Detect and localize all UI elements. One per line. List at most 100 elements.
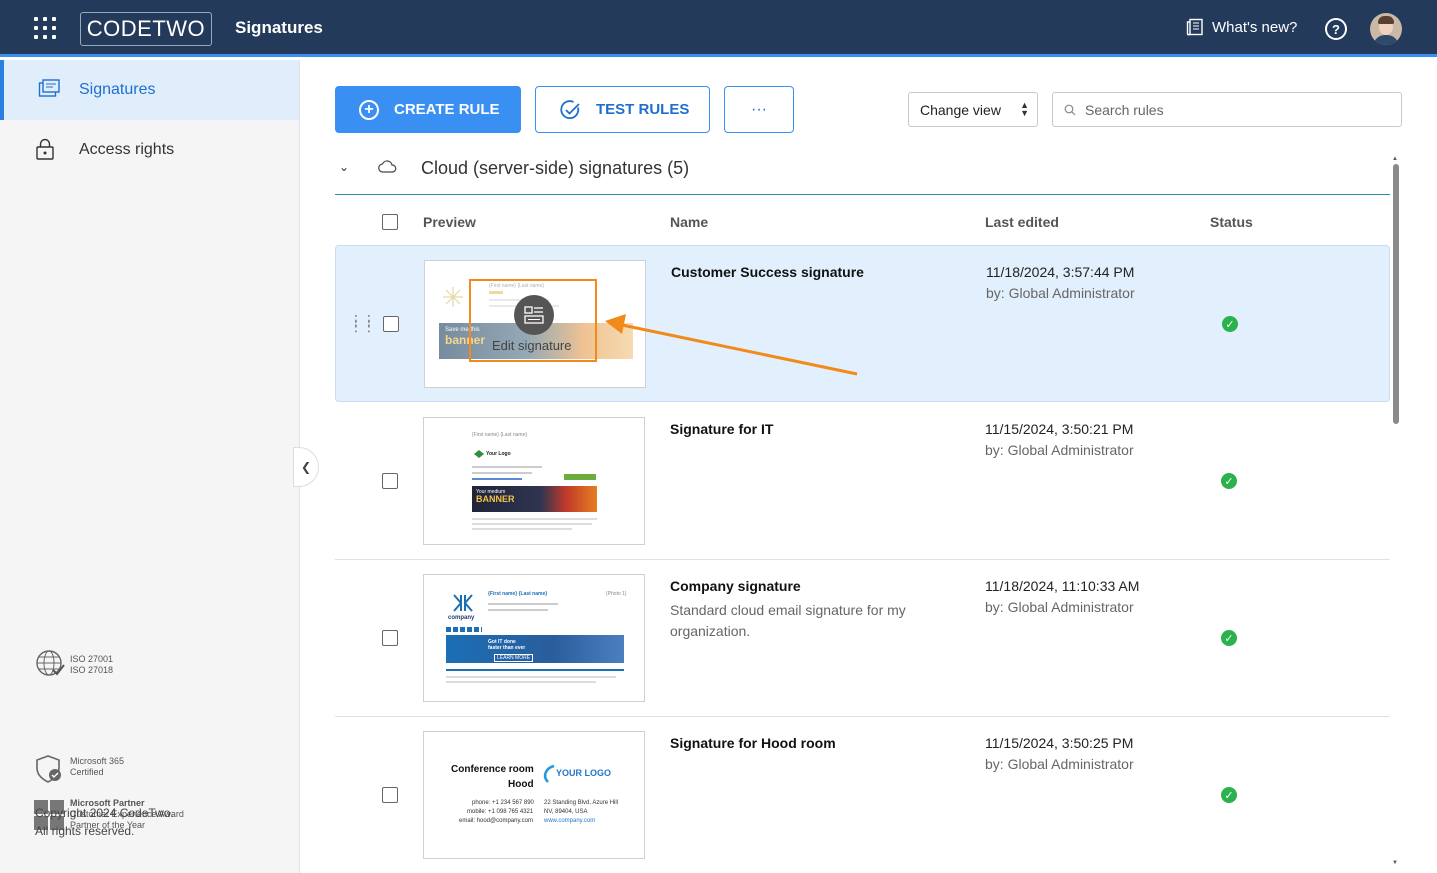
thumb-text: www.company.com [544, 818, 596, 824]
annotation-highlight-box [469, 279, 597, 362]
thumb-text: company [448, 615, 475, 621]
sidebar-item-access-rights[interactable]: Access rights [0, 120, 299, 180]
last-edited-date: 11/18/2024, 11:10:33 AM [985, 578, 1140, 594]
more-options-button[interactable]: ··· [724, 86, 794, 133]
last-edited-by: by: Global Administrator [985, 756, 1134, 772]
rule-description: Standard cloud email signature for my or… [670, 602, 906, 639]
copyright-line: All rights reserved. [35, 824, 135, 838]
company-logo-icon [453, 594, 473, 612]
logo-swoosh-icon [543, 764, 555, 783]
thumb-text: Conference room [451, 764, 534, 775]
scroll-up-icon[interactable]: ▲ [1392, 156, 1398, 162]
search-icon [1064, 104, 1076, 116]
logo-text: CODETWO [86, 16, 206, 41]
create-rule-button[interactable]: + CREATE RULE [335, 86, 521, 133]
row-checkbox[interactable] [383, 316, 399, 332]
thumb-text: {Photo 1} [606, 591, 627, 597]
signatures-group-header[interactable]: ⌄ Cloud (server-side) signatures (5) [335, 150, 1390, 195]
top-bar: CODETWO Signatures What's new? ? [0, 0, 1437, 57]
check-circle-icon [560, 99, 580, 119]
help-icon[interactable]: ? [1325, 18, 1347, 40]
col-name[interactable]: Name [670, 214, 708, 230]
table-row[interactable]: Conference room Hood YOUR LOGO phone: +1… [335, 717, 1390, 873]
signatures-icon [38, 79, 60, 97]
search-input[interactable]: Search rules [1052, 92, 1402, 127]
signature-preview[interactable]: company {First name} {Last name} {Photo … [423, 574, 645, 702]
col-status[interactable]: Status [1210, 214, 1253, 230]
globe-check-icon [36, 650, 65, 676]
thumb-text: Hood [508, 779, 534, 790]
last-edited-date: 11/15/2024, 3:50:21 PM [985, 421, 1134, 437]
rule-name[interactable]: Signature for IT [670, 421, 773, 437]
status-ok-icon: ✓ [1221, 473, 1237, 489]
status-ok-icon: ✓ [1221, 787, 1237, 803]
copyright-line: Copyright 2024 CodeTwo. [35, 806, 174, 820]
change-view-select[interactable]: Change view ▲ ▼ [908, 92, 1038, 127]
chevron-left-icon: ❮ [300, 460, 312, 474]
col-last-edited[interactable]: Last edited [985, 214, 1059, 230]
thumb-text: LEARN MORE [494, 654, 534, 662]
thumb-text: phone: +1 234 567 890 [472, 800, 534, 806]
scrollbar-thumb[interactable] [1393, 164, 1399, 424]
last-edited-by: by: Global Administrator [985, 599, 1134, 615]
thumb-text: Your Logo [486, 451, 511, 457]
last-edited-date: 11/15/2024, 3:50:25 PM [985, 735, 1134, 751]
thumb-text: mobile: +1 098 765 4321 [467, 809, 534, 815]
group-title: Cloud (server-side) signatures (5) [421, 158, 690, 178]
cert-line: Microsoft 365 [70, 756, 125, 766]
row-checkbox[interactable] [382, 473, 398, 489]
sidebar-item-label: Signatures [79, 81, 156, 98]
table-header: Preview Name Last edited Status [335, 200, 1390, 244]
status-ok-icon: ✓ [1222, 316, 1238, 332]
col-preview: Preview [423, 214, 476, 230]
thumb-text: {First name} {Last name} [472, 432, 528, 438]
scroll-down-icon[interactable]: ▼ [1392, 860, 1398, 866]
cert-line: ISO 27018 [70, 665, 114, 675]
thumb-text: NV, 89404, USA [544, 809, 588, 815]
leaf-logo-icon [474, 450, 484, 458]
news-icon [1186, 18, 1203, 36]
whats-new-label: What's new? [1212, 18, 1298, 36]
scrollbar[interactable]: ▲ ▼ [1392, 156, 1399, 872]
updown-icon: ▲ ▼ [1020, 100, 1029, 118]
sidebar-item-label: Access rights [79, 141, 175, 158]
create-rule-label: CREATE RULE [394, 101, 500, 118]
thumb-text: {First name} {Last name} [488, 591, 548, 597]
sidebar-item-signatures[interactable]: Signatures [0, 60, 299, 120]
cert-line: Certified [70, 767, 104, 777]
chevron-down-icon[interactable]: ⌄ [339, 160, 349, 174]
collapse-sidebar-button[interactable]: ❮ [293, 447, 319, 487]
thumb-text: email: hood@company.com [459, 818, 534, 824]
change-view-label: Change view [920, 101, 1001, 118]
shield-check-icon [36, 755, 61, 783]
select-all-checkbox[interactable] [382, 214, 398, 230]
rule-name[interactable]: Signature for Hood room [670, 735, 836, 751]
thumb-text: faster than ever [488, 645, 526, 651]
table-row[interactable]: company {First name} {Last name} {Photo … [335, 560, 1390, 717]
table-row[interactable]: {First name} {Last name} Your Logo Your … [335, 403, 1390, 560]
lock-icon [36, 138, 54, 160]
copyright: Copyright 2024 CodeTwo. All rights reser… [35, 804, 174, 840]
test-rules-button[interactable]: TEST RULES [535, 86, 710, 133]
avatar[interactable] [1370, 13, 1402, 45]
last-edited-by: by: Global Administrator [986, 285, 1135, 301]
app-title: Signatures [235, 18, 323, 37]
search-placeholder: Search rules [1085, 101, 1164, 118]
rule-name[interactable]: Company signature [670, 578, 801, 594]
app-launcher-icon[interactable] [34, 17, 56, 39]
drag-handle-icon[interactable]: ⋮⋮ ⋮⋮ [349, 313, 376, 333]
cert-line: ISO 27001 [70, 654, 114, 664]
thumb-text: 22 Standing Blvd, Azure Hill [544, 800, 619, 806]
rule-name[interactable]: Customer Success signature [671, 264, 864, 280]
thumb-text: BANNER [476, 494, 515, 504]
status-ok-icon: ✓ [1221, 630, 1237, 646]
row-checkbox[interactable] [382, 630, 398, 646]
plus-icon: + [359, 99, 379, 120]
test-rules-label: TEST RULES [596, 101, 690, 118]
last-edited-date: 11/18/2024, 3:57:44 PM [986, 264, 1135, 280]
row-checkbox[interactable] [382, 787, 398, 803]
signature-preview[interactable]: Conference room Hood YOUR LOGO phone: +1… [423, 731, 645, 859]
signature-preview[interactable]: {First name} {Last name} Your Logo Your … [423, 417, 645, 545]
whats-new-link[interactable]: What's new? [1186, 18, 1297, 36]
codetwo-logo[interactable]: CODETWO [80, 12, 212, 46]
